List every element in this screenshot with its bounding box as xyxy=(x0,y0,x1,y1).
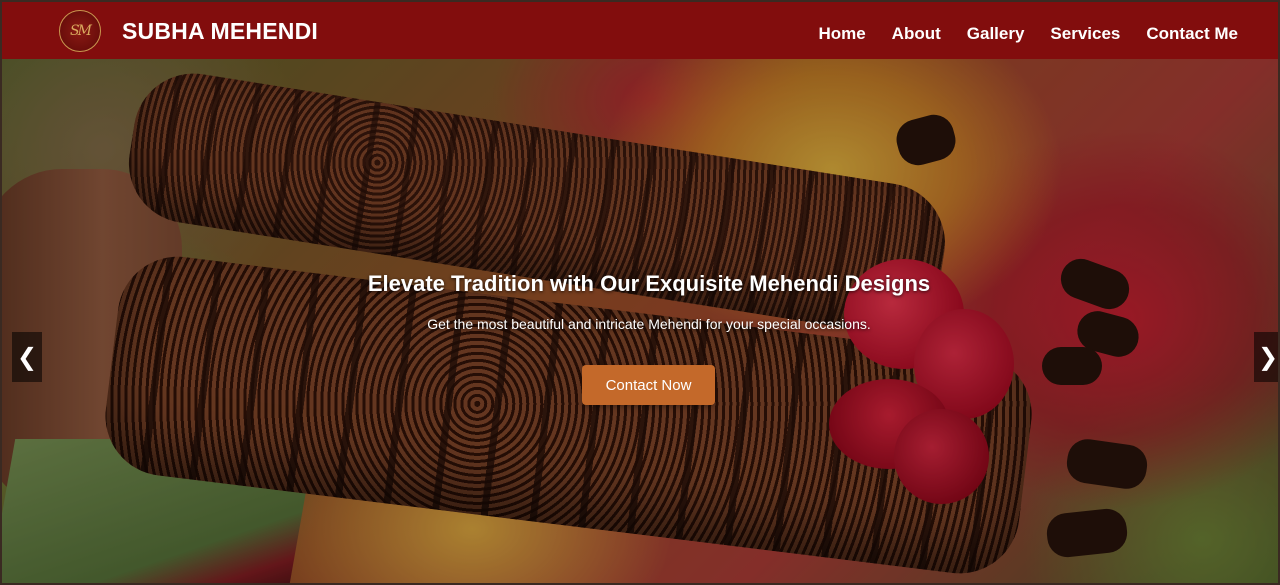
nav-item-contact[interactable]: Contact Me xyxy=(1146,24,1238,44)
chevron-left-icon: ❮ xyxy=(16,343,38,371)
hero-caption: Elevate Tradition with Our Exquisite Meh… xyxy=(2,59,1278,583)
brand-name[interactable]: SUBHA MEHENDI xyxy=(122,18,318,45)
hero-carousel: Elevate Tradition with Our Exquisite Meh… xyxy=(2,59,1279,583)
navbar: SM SUBHA MEHENDI Home About Gallery Serv… xyxy=(2,2,1278,59)
hero-subheadline: Get the most beautiful and intricate Meh… xyxy=(427,316,871,332)
nav-item-about[interactable]: About xyxy=(892,24,941,44)
nav-item-gallery[interactable]: Gallery xyxy=(967,24,1025,44)
logo-monogram: SM xyxy=(70,23,92,39)
page-frame: SM SUBHA MEHENDI Home About Gallery Serv… xyxy=(0,0,1280,585)
contact-now-button[interactable]: Contact Now xyxy=(582,365,715,405)
logo[interactable]: SM xyxy=(59,10,101,52)
carousel-prev-button[interactable]: ❮ xyxy=(12,332,42,382)
chevron-right-icon: ❯ xyxy=(1257,343,1279,371)
nav-item-services[interactable]: Services xyxy=(1050,24,1120,44)
carousel-next-button[interactable]: ❯ xyxy=(1254,332,1279,382)
nav-item-home[interactable]: Home xyxy=(818,24,865,44)
hero-headline: Elevate Tradition with Our Exquisite Meh… xyxy=(367,271,931,296)
main-nav: Home About Gallery Services Contact Me xyxy=(818,24,1238,44)
